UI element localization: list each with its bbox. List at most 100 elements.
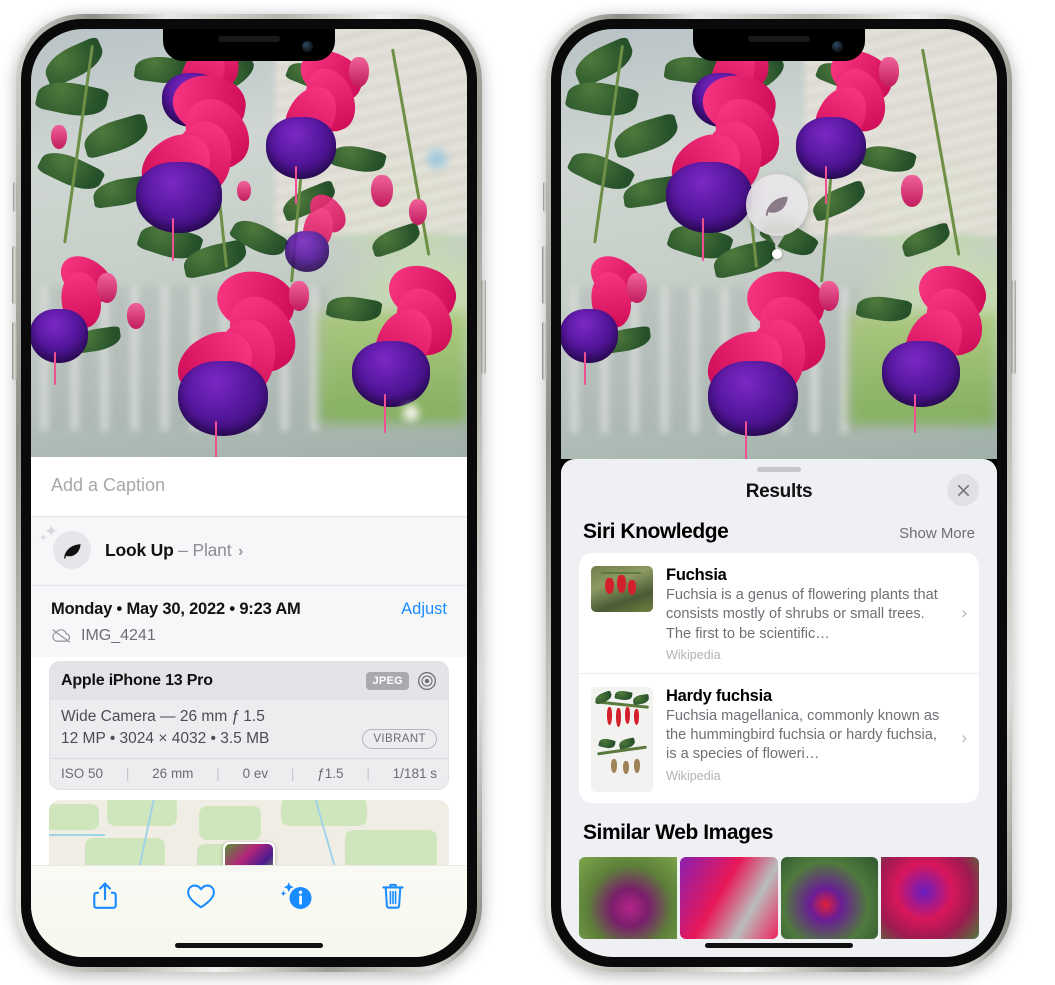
caption-input[interactable]: Add a Caption [51, 475, 447, 496]
side-power-button[interactable] [1011, 280, 1016, 374]
fuchsia-blossom [117, 69, 262, 261]
flower-bud [97, 273, 117, 303]
flower-bud [349, 57, 369, 87]
knowledge-description: Fuchsia magellanica, commonly known as t… [666, 707, 940, 763]
fuchsia-blossom [781, 41, 901, 204]
siri-knowledge-card: Fuchsia Fuchsia is a genus of flowering … [579, 553, 979, 803]
aperture-icon[interactable] [417, 671, 437, 691]
marker-bubble[interactable] [746, 174, 808, 236]
flower-bud [289, 281, 309, 311]
look-up-title: Look Up [105, 539, 174, 560]
knowledge-item[interactable]: Fuchsia Fuchsia is a genus of flowering … [579, 553, 979, 673]
exif-card[interactable]: Apple iPhone 13 Pro JPEG Wide Camera — 2… [49, 661, 449, 790]
fuchsia-blossom [275, 187, 353, 273]
front-camera [302, 41, 313, 52]
siri-knowledge-title: Siri Knowledge [583, 520, 729, 543]
web-image-thumbnail[interactable] [780, 856, 879, 939]
sparkle-icon: ✦ [39, 533, 48, 544]
web-image-thumbnail[interactable] [679, 856, 778, 939]
resolution-info: 12 MP • 3024 × 4032 • 3.5 MB [61, 730, 270, 747]
knowledge-item[interactable]: Hardy fuchsia Fuchsia magellanica, commo… [579, 672, 979, 803]
screen-right: Results Siri Knowledge Show More Fuchsia… [561, 29, 997, 957]
stat-iso: ISO 50 [61, 766, 104, 781]
look-up-row[interactable]: ✦ ✦ Look Up – Plant › [31, 517, 467, 585]
favorite-button[interactable] [178, 876, 224, 916]
exif-header: Apple iPhone 13 Pro JPEG [50, 662, 448, 700]
photo-viewer-left[interactable] [31, 29, 467, 457]
format-badge: JPEG [366, 672, 409, 690]
leaf-icon [765, 196, 788, 216]
exif-body: Wide Camera — 26 mm ƒ 1.5 12 MP • 3024 ×… [50, 700, 448, 758]
stat-aperture: ƒ1.5 [317, 766, 344, 781]
fuchsia-blossom [159, 264, 308, 457]
flower-bud [819, 281, 839, 311]
fuchsia-blossom [335, 257, 464, 434]
flower-bud [901, 175, 923, 207]
fuchsia-blossom [561, 247, 651, 385]
look-up-subject: Plant [192, 539, 232, 560]
knowledge-title: Fuchsia [666, 566, 727, 584]
volume-up-button[interactable] [542, 246, 547, 304]
silent-switch[interactable] [543, 182, 547, 212]
visual-look-up-marker[interactable] [746, 174, 808, 259]
knowledge-thumbnail [591, 566, 653, 612]
info-sparkle-icon [280, 882, 312, 909]
earpiece-speaker [748, 36, 810, 42]
location-map[interactable] [49, 800, 449, 872]
iphone-device-left: Add a Caption ✦ ✦ Look Up – Plant › Mond… [12, 14, 486, 972]
side-power-button[interactable] [481, 280, 486, 374]
stat-shutter: 1/181 s [392, 766, 437, 781]
delete-button[interactable] [370, 876, 416, 916]
cloud-slash-icon [52, 629, 71, 643]
flower-bud [237, 181, 251, 201]
silent-switch[interactable] [13, 182, 17, 212]
photo-viewer-right[interactable] [561, 29, 997, 459]
fuchsia-blossom [251, 41, 371, 204]
look-up-badge: ✦ ✦ [39, 523, 91, 569]
knowledge-description: Fuchsia is a genus of flowering plants t… [666, 587, 938, 642]
volume-up-button[interactable] [12, 246, 17, 304]
marker-anchor-dot [772, 249, 782, 259]
close-icon [957, 484, 969, 496]
flower-bud [51, 125, 67, 149]
screenshot-canvas: Add a Caption ✦ ✦ Look Up – Plant › Mond… [0, 0, 1055, 985]
volume-down-button[interactable] [542, 322, 547, 380]
device-notch [693, 29, 865, 61]
flower-bud [371, 175, 393, 207]
show-more-button[interactable]: Show More [899, 525, 975, 542]
caption-field-row[interactable]: Add a Caption [31, 457, 467, 517]
trash-icon [382, 883, 404, 909]
results-header: Results [561, 472, 997, 517]
capture-date-row: Monday • May 30, 2022 • 9:23 AM Adjust [31, 585, 467, 625]
similar-web-images-strip[interactable] [561, 856, 997, 939]
home-indicator[interactable] [175, 943, 323, 948]
info-button[interactable] [274, 876, 320, 916]
look-up-dash: – [178, 539, 188, 560]
knowledge-thumbnail [591, 686, 653, 792]
knowledge-title: Hardy fuchsia [666, 686, 772, 705]
knowledge-source: Wikipedia [666, 768, 721, 783]
close-button[interactable] [947, 474, 979, 506]
heart-icon [187, 884, 215, 908]
fuchsia-blossom [31, 247, 121, 385]
flower-bud [409, 199, 427, 225]
share-button[interactable] [82, 876, 128, 916]
earpiece-speaker [218, 36, 280, 42]
volume-down-button[interactable] [12, 322, 17, 380]
leaf-icon [63, 543, 81, 559]
iphone-device-right: Results Siri Knowledge Show More Fuchsia… [542, 14, 1016, 972]
device-bezel: Add a Caption ✦ ✦ Look Up – Plant › Mond… [21, 19, 477, 967]
filename: IMG_4241 [81, 627, 156, 644]
siri-knowledge-header: Siri Knowledge Show More [561, 517, 997, 553]
flower-bud [127, 303, 145, 329]
capture-date: Monday • May 30, 2022 • 9:23 AM [51, 600, 301, 618]
home-indicator[interactable] [705, 943, 853, 948]
device-bezel: Results Siri Knowledge Show More Fuchsia… [551, 19, 1007, 967]
stat-separator: | [290, 766, 295, 781]
flower-bud [627, 273, 647, 303]
web-image-thumbnail[interactable] [579, 856, 677, 939]
web-image-thumbnail[interactable] [881, 856, 979, 939]
adjust-button[interactable]: Adjust [401, 600, 447, 619]
chevron-right-icon: › [238, 542, 244, 560]
bokeh [403, 405, 419, 421]
